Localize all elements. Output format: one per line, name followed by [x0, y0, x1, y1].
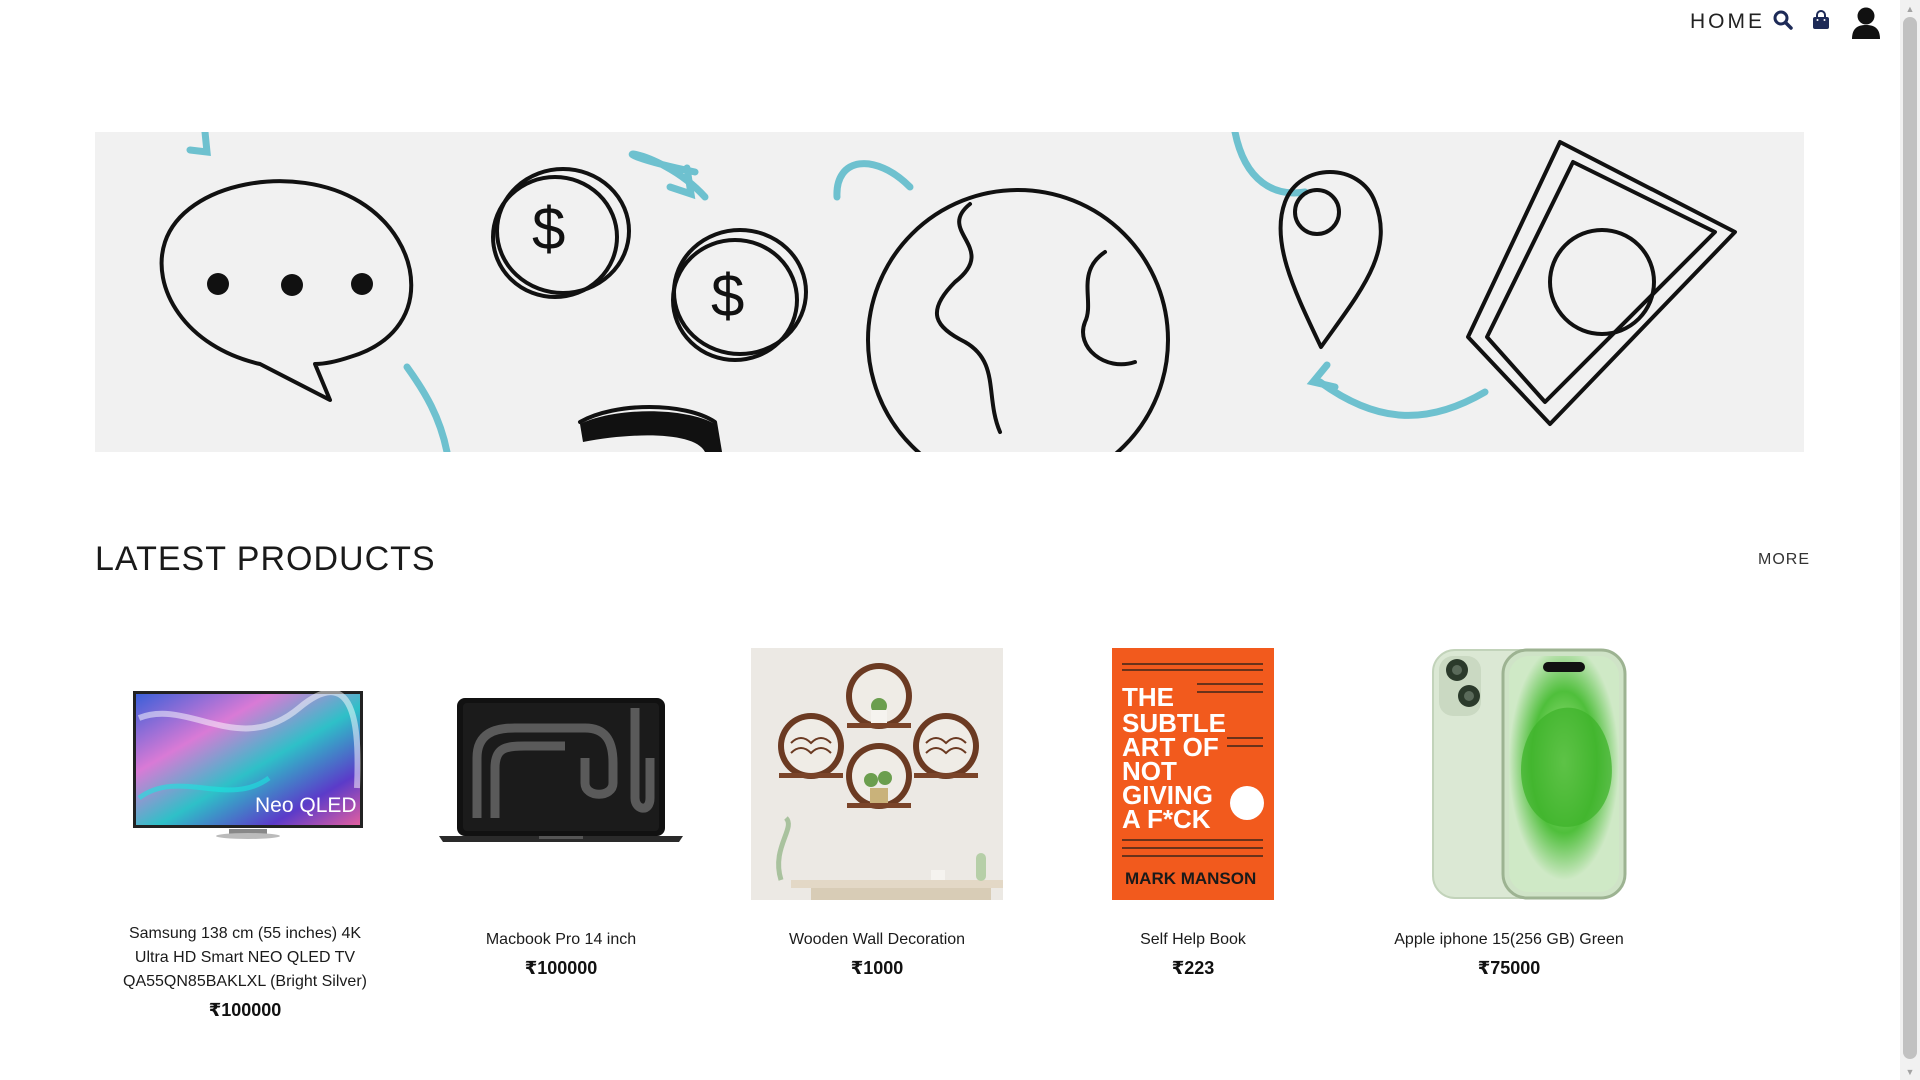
product-name[interactable]: Apple iphone 15(256 GB) Green	[1374, 928, 1644, 952]
scroll-down-arrow-icon[interactable]: ▼	[1900, 1063, 1920, 1080]
svg-text:$: $	[711, 262, 744, 329]
latest-products-title: LATEST PRODUCTS	[95, 540, 436, 578]
product-card[interactable]: Apple iphone 15(256 GB) Green ₹75000	[1359, 648, 1659, 979]
tv-screen-text: Neo QLED	[255, 794, 357, 817]
product-card[interactable]: Wooden Wall Decoration ₹1000	[727, 648, 1027, 979]
user-icon[interactable]	[1851, 6, 1881, 45]
product-name[interactable]: Samsung 138 cm (55 inches) 4K Ultra HD S…	[110, 922, 380, 994]
wall-shelf-image[interactable]	[751, 648, 1003, 900]
product-name[interactable]: Macbook Pro 14 inch	[426, 928, 696, 952]
scroll-thumb[interactable]	[1903, 17, 1917, 1059]
search-icon[interactable]	[1773, 10, 1793, 35]
tv-image[interactable]: Neo QLED	[119, 648, 371, 900]
book-cover-image[interactable]: THE SUBTLE ART OF NOT GIVING A F*CK MARK…	[1067, 648, 1319, 900]
more-link[interactable]: MORE	[1758, 551, 1810, 569]
book-title-line: A F*CK	[1122, 804, 1211, 834]
laptop-image[interactable]	[435, 648, 687, 900]
product-price: ₹100000	[524, 958, 598, 978]
hero-banner: $ $	[95, 132, 1804, 452]
product-name[interactable]: Self Help Book	[1058, 928, 1328, 952]
top-nav: HOME	[0, 0, 1900, 44]
product-price: ₹223	[1171, 958, 1215, 978]
svg-text:$: $	[532, 195, 565, 262]
product-name[interactable]: Wooden Wall Decoration	[742, 928, 1012, 952]
product-card[interactable]: THE SUBTLE ART OF NOT GIVING A F*CK MARK…	[1043, 648, 1343, 979]
doodle-banner-illustration: $ $	[159, 132, 1737, 452]
nav-home-link[interactable]: HOME	[1690, 10, 1765, 34]
shopping-bag-icon[interactable]	[1812, 10, 1830, 35]
product-card[interactable]: Neo QLED Samsung 138 cm (55 inches) 4K U…	[95, 648, 395, 1021]
scroll-up-arrow-icon[interactable]: ▲	[1900, 0, 1920, 17]
product-grid: Neo QLED Samsung 138 cm (55 inches) 4K U…	[95, 648, 1695, 1020]
product-card[interactable]: Macbook Pro 14 inch ₹100000	[411, 648, 711, 979]
page-scrollbar[interactable]: ▲ ▼	[1900, 0, 1920, 1080]
product-price: ₹100000	[208, 1000, 282, 1020]
product-price: ₹1000	[850, 958, 904, 978]
book-author-text: MARK MANSON	[1125, 869, 1256, 888]
phone-image[interactable]	[1383, 648, 1635, 900]
product-price: ₹75000	[1477, 958, 1541, 978]
